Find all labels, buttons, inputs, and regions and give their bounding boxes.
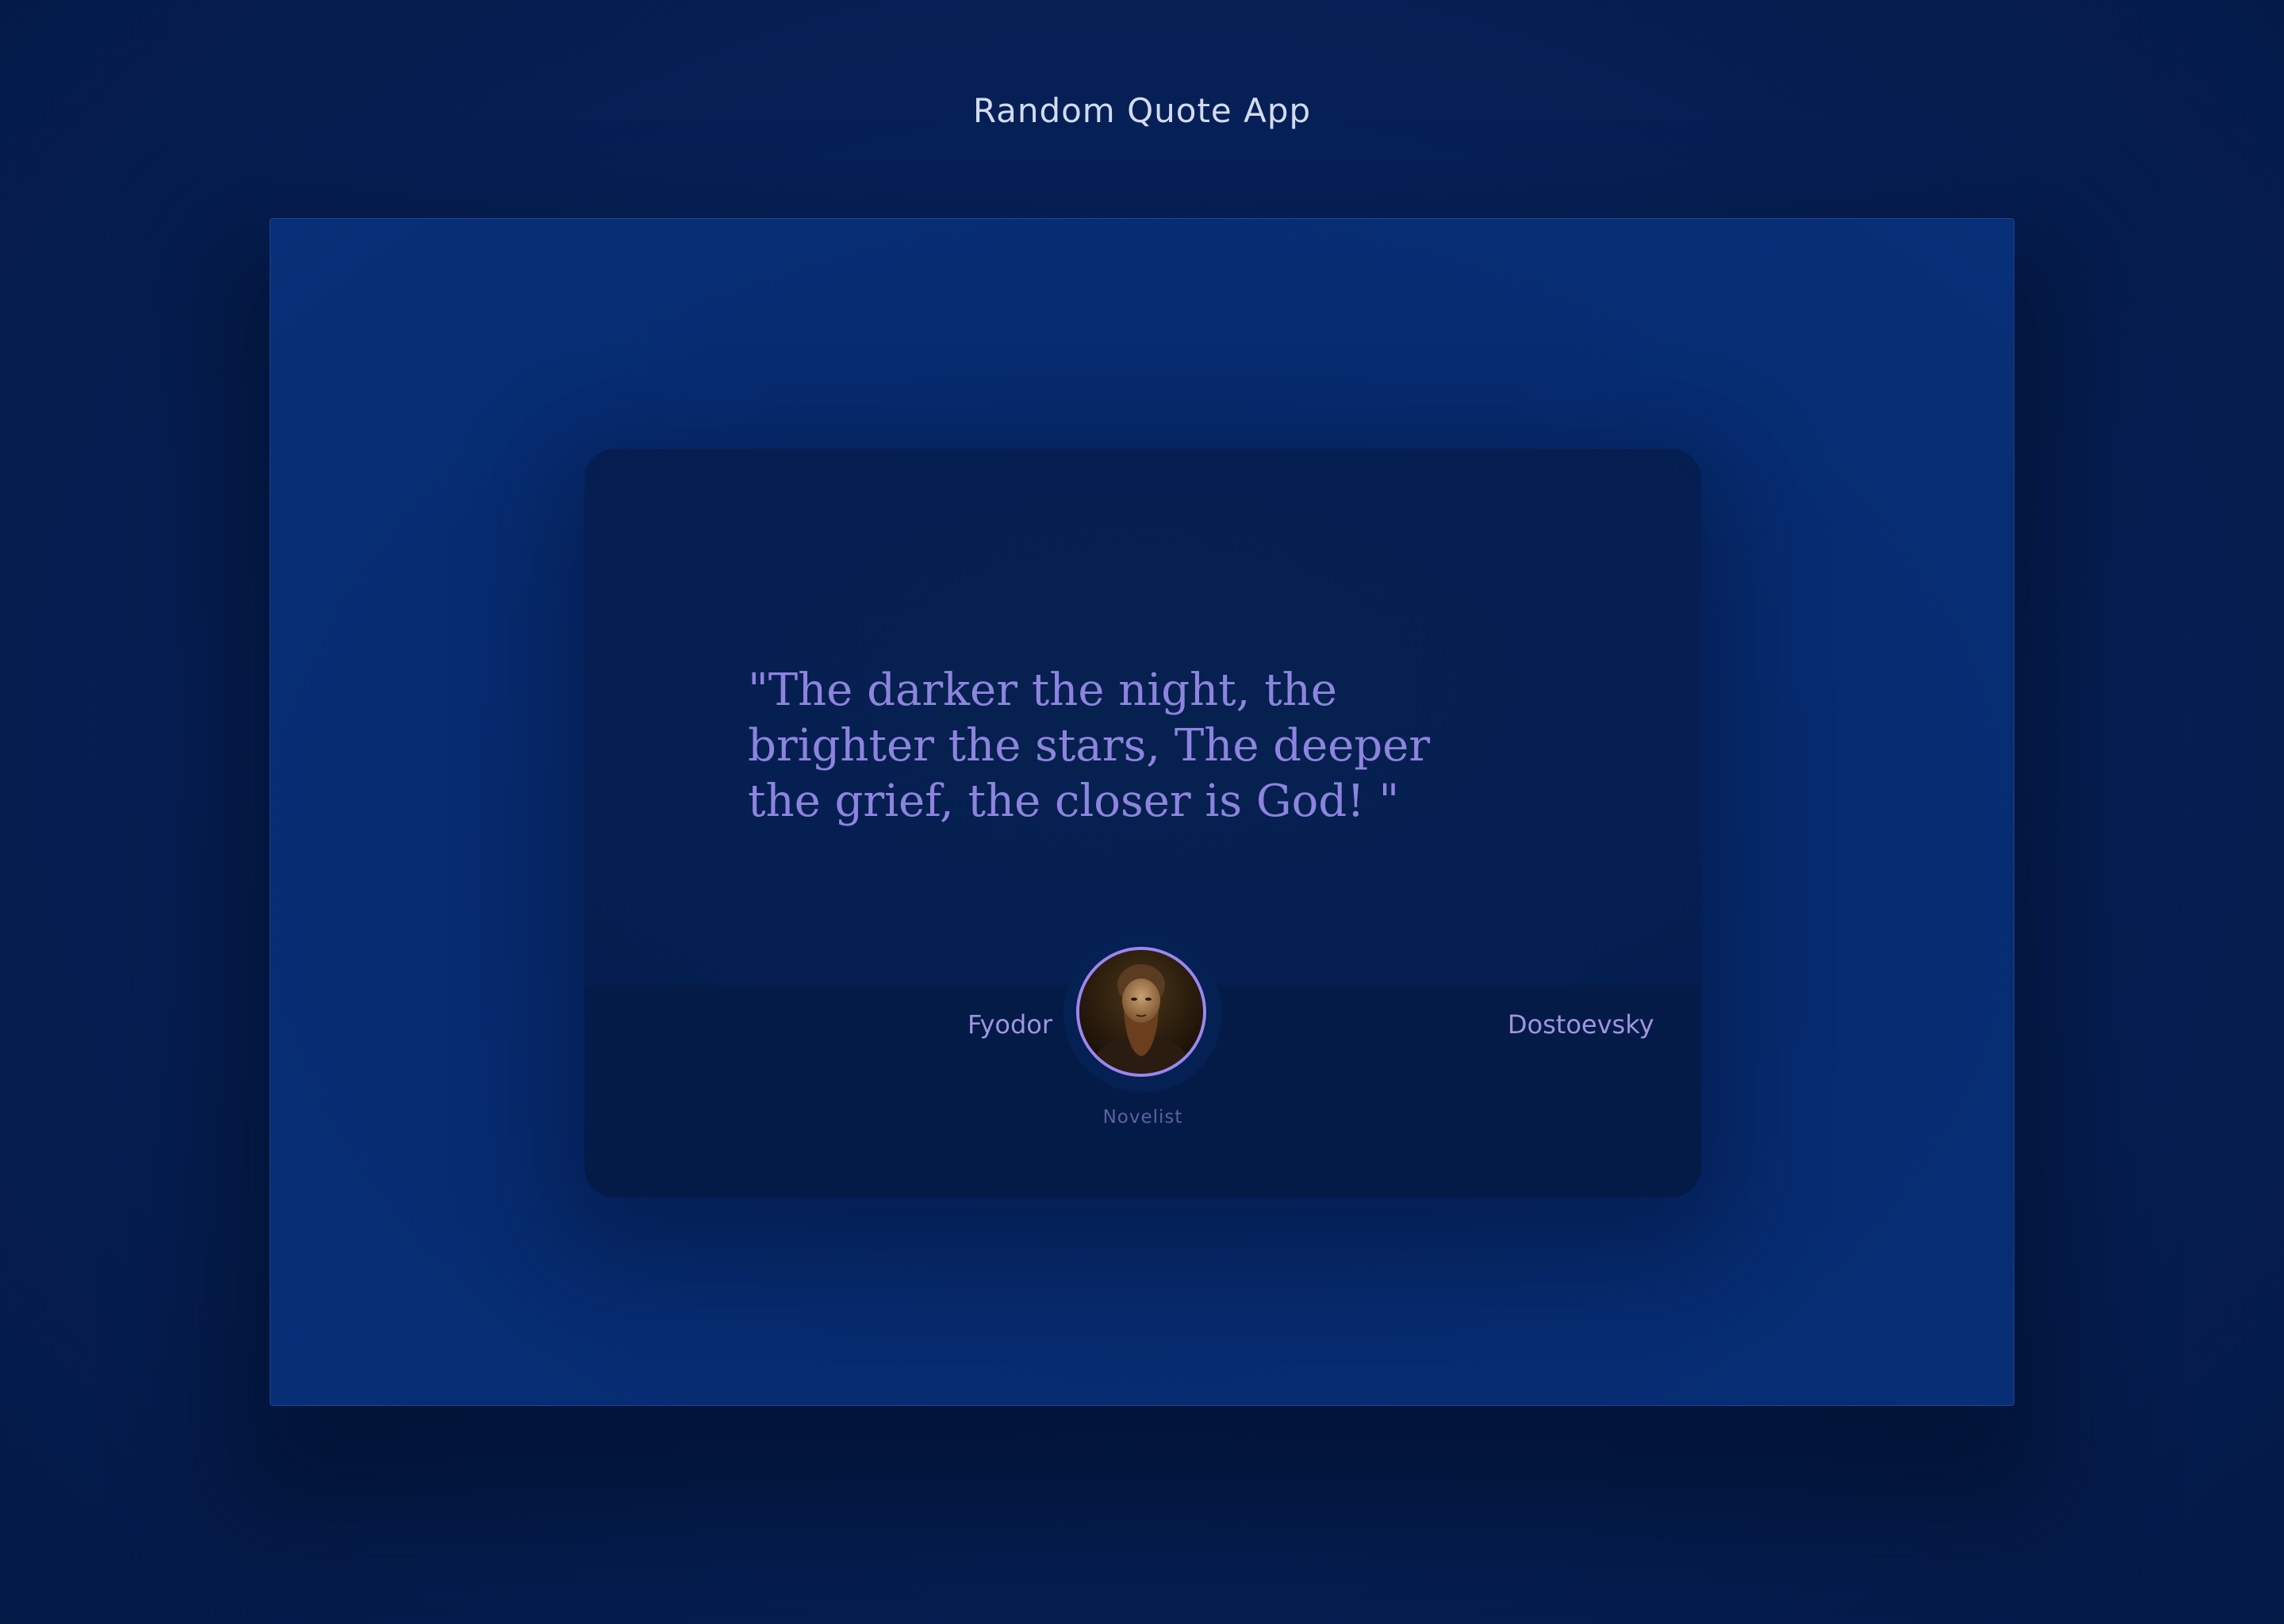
author-first-name: Fyodor (967, 1009, 1052, 1040)
author-role: Novelist (1102, 1107, 1183, 1128)
author-avatar (1076, 947, 1206, 1077)
author-last-name: Dostoevsky (1508, 1009, 1654, 1040)
app-frame: "The darker the night, the brighter the … (270, 218, 2014, 1406)
quote-text: "The darker the night, the brighter the … (748, 665, 1431, 827)
app-title: Random Quote App (972, 91, 1312, 130)
quote-card: "The darker the night, the brighter the … (584, 449, 1701, 1197)
